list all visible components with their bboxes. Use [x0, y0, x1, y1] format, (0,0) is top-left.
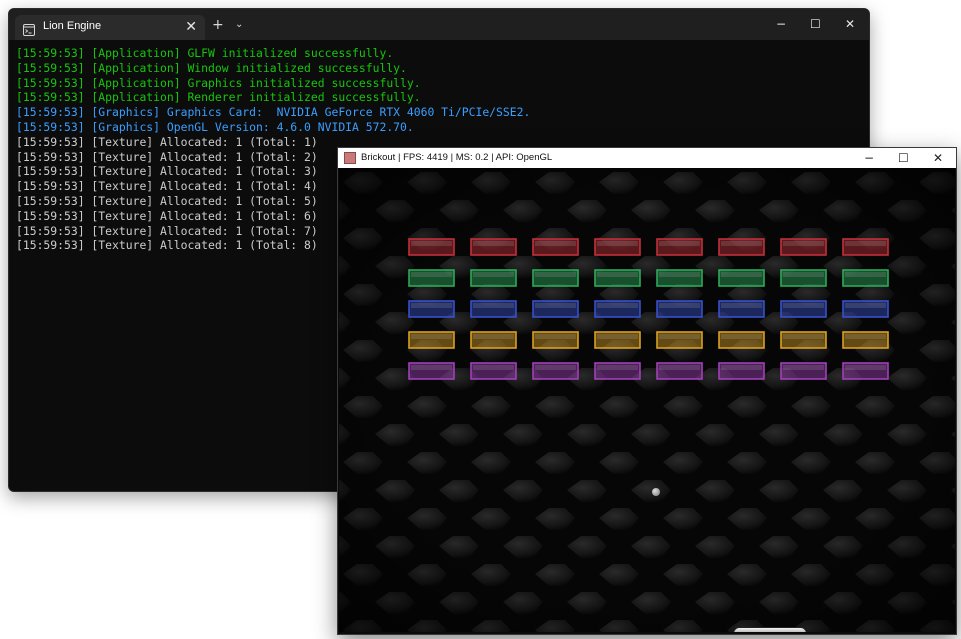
- brick-highlight: [659, 272, 700, 277]
- brick-highlight: [721, 334, 762, 339]
- hex-background: [339, 168, 955, 632]
- brick-highlight: [721, 272, 762, 277]
- brick-highlight: [845, 272, 886, 277]
- terminal-icon: [23, 21, 35, 40]
- game-viewport[interactable]: [339, 168, 955, 632]
- brick-highlight: [535, 241, 576, 246]
- brick-highlight: [535, 365, 576, 370]
- brick-highlight: [845, 303, 886, 308]
- brick-highlight: [597, 272, 638, 277]
- game-titlebar: Brickout | FPS: 4419 | MS: 0.2 | API: Op…: [338, 148, 956, 168]
- brick-highlight: [597, 241, 638, 246]
- log-line: [15:59:53] [Application] Window initiali…: [16, 60, 407, 75]
- brick-highlight: [783, 365, 824, 370]
- app-icon: [344, 152, 356, 164]
- paddle[interactable]: [733, 627, 807, 632]
- log-line: [15:59:53] [Application] GLFW initialize…: [16, 46, 394, 60]
- game-maximize-button[interactable]: ☐: [898, 149, 909, 167]
- brick-highlight: [411, 303, 452, 308]
- brick-highlight: [721, 241, 762, 246]
- maximize-button[interactable]: ☐: [810, 16, 821, 32]
- ball: [652, 488, 660, 496]
- terminal-titlebar: Lion Engine ✕ + ⌄ − ☐ ✕: [9, 9, 869, 40]
- brick-highlight: [845, 365, 886, 370]
- brick-highlight: [659, 365, 700, 370]
- new-tab-button[interactable]: +: [212, 17, 224, 33]
- brick-highlight: [411, 241, 452, 246]
- log-line: [15:59:53] [Graphics] Graphics Card: NVI…: [16, 105, 531, 120]
- brick-highlight: [411, 365, 452, 370]
- brick-highlight: [473, 334, 514, 339]
- brick-highlight: [659, 334, 700, 339]
- brick-highlight: [473, 241, 514, 246]
- brick-highlight: [411, 272, 452, 277]
- brick-highlight: [783, 334, 824, 339]
- minimize-button[interactable]: −: [776, 16, 786, 32]
- log-line: [15:59:53] [Application] Renderer initia…: [16, 90, 421, 105]
- brick-highlight: [783, 303, 824, 308]
- brick-highlight: [659, 303, 700, 308]
- brick-highlight: [535, 272, 576, 277]
- game-title: Brickout | FPS: 4419 | MS: 0.2 | API: Op…: [361, 152, 553, 163]
- brick-highlight: [721, 303, 762, 308]
- brick-highlight: [783, 272, 824, 277]
- brick-highlight: [411, 334, 452, 339]
- terminal-tab[interactable]: Lion Engine ✕: [15, 15, 205, 40]
- brick-highlight: [597, 334, 638, 339]
- brick-highlight: [597, 365, 638, 370]
- brick-highlight: [535, 303, 576, 308]
- tab-close-icon[interactable]: ✕: [185, 18, 197, 36]
- game-minimize-button[interactable]: −: [864, 149, 874, 167]
- tab-dropdown-icon[interactable]: ⌄: [235, 17, 243, 33]
- close-button[interactable]: ✕: [845, 16, 855, 32]
- brick-highlight: [597, 303, 638, 308]
- log-line: [15:59:53] [Application] Graphics initia…: [16, 75, 421, 90]
- brick-highlight: [845, 334, 886, 339]
- brick-highlight: [473, 303, 514, 308]
- brick-highlight: [845, 241, 886, 246]
- tab-title: Lion Engine: [43, 20, 102, 32]
- brick-highlight: [721, 365, 762, 370]
- brick-highlight: [659, 241, 700, 246]
- game-close-button[interactable]: ✕: [933, 149, 943, 167]
- brick-highlight: [473, 365, 514, 370]
- game-window: Brickout | FPS: 4419 | MS: 0.2 | API: Op…: [337, 147, 957, 635]
- brick-highlight: [535, 334, 576, 339]
- brick-highlight: [473, 272, 514, 277]
- log-line: [15:59:53] [Graphics] OpenGL Version: 4.…: [16, 119, 414, 134]
- brick-highlight: [783, 241, 824, 246]
